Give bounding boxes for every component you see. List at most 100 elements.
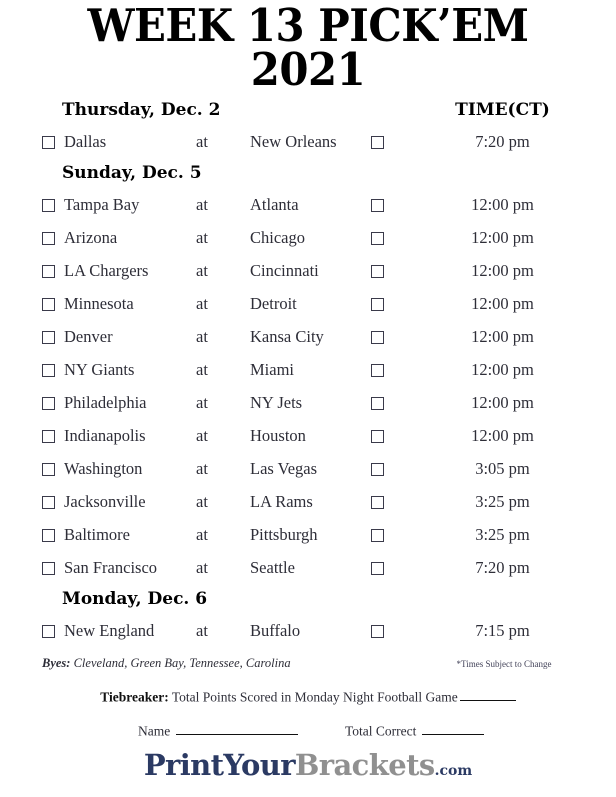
away-team-pick-checkbox[interactable]	[371, 496, 384, 509]
at-separator: at	[196, 228, 208, 247]
game-time: 7:15 pm	[475, 621, 530, 640]
home-team-label: Washington	[64, 459, 143, 478]
game-row: Dallas at New Orleans 7:20 pm	[0, 130, 616, 163]
game-row: San Francisco at Seattle 7:20 pm	[0, 556, 616, 589]
away-team-label: LA Rams	[250, 492, 313, 511]
home-team-label: Denver	[64, 327, 113, 346]
home-team-pick-checkbox[interactable]	[42, 265, 55, 278]
at-separator: at	[196, 294, 208, 313]
home-team-label: Jacksonville	[64, 492, 146, 511]
page-title: WEEK 13 PICK’EM 2021	[0, 0, 616, 92]
tiebreaker-label: Tiebreaker:	[100, 689, 169, 705]
times-subject-to-change-note: *Times Subject to Change	[456, 659, 552, 669]
at-separator: at	[196, 525, 208, 544]
away-team-pick-checkbox[interactable]	[371, 136, 384, 149]
day-header-row: Sunday, Dec. 5	[0, 163, 616, 193]
game-time: 12:00 pm	[471, 195, 534, 214]
away-team-label: Chicago	[250, 228, 305, 247]
at-separator: at	[196, 393, 208, 412]
away-team-pick-checkbox[interactable]	[371, 529, 384, 542]
tiebreaker-input-blank[interactable]	[459, 689, 516, 702]
away-team-pick-checkbox[interactable]	[371, 199, 384, 212]
home-team-pick-checkbox[interactable]	[42, 364, 55, 377]
at-separator: at	[196, 621, 208, 640]
tiebreaker-line: Tiebreaker: Total Points Scored in Monda…	[0, 689, 616, 705]
byes-teams: Cleveland, Green Bay, Tennessee, Carolin…	[73, 656, 291, 670]
game-time: 12:00 pm	[471, 426, 534, 445]
home-team-label: Tampa Bay	[64, 195, 140, 214]
away-team-label: Kansa City	[250, 327, 324, 346]
home-team-pick-checkbox[interactable]	[42, 331, 55, 344]
game-time: 3:05 pm	[475, 459, 530, 478]
home-team-pick-checkbox[interactable]	[42, 562, 55, 575]
name-and-score-row: Name Total Correct	[0, 723, 616, 745]
game-time: 3:25 pm	[475, 525, 530, 544]
home-team-label: New England	[64, 621, 155, 640]
home-team-label: Baltimore	[64, 525, 130, 544]
home-team-pick-checkbox[interactable]	[42, 232, 55, 245]
home-team-pick-checkbox[interactable]	[42, 529, 55, 542]
away-team-label: Las Vegas	[250, 459, 318, 478]
home-team-label: LA Chargers	[64, 261, 149, 280]
game-time: 12:00 pm	[471, 393, 534, 412]
printyourbrackets-logo[interactable]: PrintYourBrackets.com	[0, 748, 616, 782]
at-separator: at	[196, 360, 208, 379]
home-team-label: Arizona	[64, 228, 118, 247]
game-row: NY Giants at Miami 12:00 pm	[0, 358, 616, 391]
home-team-label: NY Giants	[64, 360, 135, 379]
home-team-pick-checkbox[interactable]	[42, 199, 55, 212]
home-team-pick-checkbox[interactable]	[42, 430, 55, 443]
home-team-pick-checkbox[interactable]	[42, 136, 55, 149]
day-header-row: Monday, Dec. 6	[0, 589, 616, 619]
home-team-label: San Francisco	[64, 558, 158, 577]
away-team-label: Detroit	[250, 294, 297, 313]
name-label: Name	[138, 723, 171, 739]
game-row: Jacksonville at LA Rams 3:25 pm	[0, 490, 616, 523]
away-team-pick-checkbox[interactable]	[371, 562, 384, 575]
game-row: Denver at Kansa City 12:00 pm	[0, 325, 616, 358]
away-team-pick-checkbox[interactable]	[371, 265, 384, 278]
day-heading: Monday, Dec. 6	[62, 589, 208, 609]
away-team-pick-checkbox[interactable]	[371, 625, 384, 638]
away-team-label: Pittsburgh	[250, 525, 318, 544]
away-team-pick-checkbox[interactable]	[371, 298, 384, 311]
home-team-pick-checkbox[interactable]	[42, 625, 55, 638]
game-time: 12:00 pm	[471, 261, 534, 280]
game-row: Philadelphia at NY Jets 12:00 pm	[0, 391, 616, 424]
total-correct-field: Total Correct	[345, 723, 485, 739]
home-team-pick-checkbox[interactable]	[42, 397, 55, 410]
at-separator: at	[196, 327, 208, 346]
day-heading: Sunday, Dec. 5	[62, 163, 202, 183]
home-team-pick-checkbox[interactable]	[42, 496, 55, 509]
home-team-label: Philadelphia	[64, 393, 147, 412]
at-separator: at	[196, 558, 208, 577]
game-time: 12:00 pm	[471, 294, 534, 313]
total-correct-input-blank[interactable]	[422, 723, 485, 736]
away-team-pick-checkbox[interactable]	[371, 364, 384, 377]
game-row: New England at Buffalo 7:15 pm	[0, 619, 616, 652]
home-team-label: Indianapolis	[64, 426, 146, 445]
away-team-label: Miami	[250, 360, 294, 379]
tiebreaker-text: Total Points Scored in Monday Night Foot…	[171, 689, 458, 705]
away-team-label: Atlanta	[250, 195, 299, 214]
time-column-header: TIME(CT)	[455, 100, 550, 120]
away-team-pick-checkbox[interactable]	[371, 397, 384, 410]
away-team-pick-checkbox[interactable]	[371, 430, 384, 443]
home-team-label: Minnesota	[64, 294, 134, 313]
home-team-pick-checkbox[interactable]	[42, 298, 55, 311]
away-team-pick-checkbox[interactable]	[371, 331, 384, 344]
away-team-pick-checkbox[interactable]	[371, 232, 384, 245]
name-field: Name	[138, 723, 299, 739]
game-row: Minnesota at Detroit 12:00 pm	[0, 292, 616, 325]
name-input-blank[interactable]	[176, 723, 299, 736]
game-time: 12:00 pm	[471, 228, 534, 247]
home-team-pick-checkbox[interactable]	[42, 463, 55, 476]
game-time: 7:20 pm	[475, 558, 530, 577]
away-team-label: NY Jets	[250, 393, 303, 412]
away-team-label: Buffalo	[250, 621, 301, 640]
at-separator: at	[196, 195, 208, 214]
at-separator: at	[196, 426, 208, 445]
game-time: 12:00 pm	[471, 327, 534, 346]
away-team-pick-checkbox[interactable]	[371, 463, 384, 476]
game-row: Baltimore at Pittsburgh 3:25 pm	[0, 523, 616, 556]
